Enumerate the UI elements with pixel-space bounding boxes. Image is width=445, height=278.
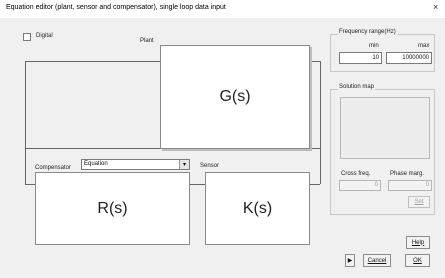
solution-map-title: Solution map bbox=[338, 84, 376, 90]
cross-freq-value: 0 bbox=[339, 180, 381, 191]
compensator-type-value: Equation bbox=[84, 161, 108, 167]
compensator-type-select[interactable]: Equation ▾ bbox=[81, 159, 190, 170]
title-bar: Equation editor (plant, sensor and compe… bbox=[0, 0, 445, 18]
compensator-block-label: R(s) bbox=[97, 199, 128, 217]
compensator-block[interactable]: R(s) bbox=[35, 172, 190, 245]
loop-wire-bottom-left bbox=[25, 184, 35, 185]
loop-wire-right bbox=[320, 61, 321, 184]
compensator-label: Compensator bbox=[35, 165, 72, 171]
loop-wire-top-right bbox=[310, 61, 320, 62]
frequency-range-title: Frequency range(Hz) bbox=[338, 29, 397, 35]
run-arrow-button[interactable]: ▶ bbox=[345, 254, 355, 267]
close-icon[interactable]: × bbox=[433, 2, 438, 12]
plant-block-label: G(s) bbox=[219, 88, 251, 105]
plant-label: Plant bbox=[140, 38, 154, 44]
help-button[interactable]: Help bbox=[406, 236, 430, 249]
cross-freq-label: Cross freq. bbox=[341, 171, 371, 177]
loop-wire-bottom-mid bbox=[190, 184, 205, 185]
set-button[interactable]: Set bbox=[408, 196, 430, 208]
sensor-block-label: K(s) bbox=[242, 199, 273, 217]
phase-marg-label: Phase marg. bbox=[390, 171, 425, 177]
sensor-label: Sensor bbox=[200, 163, 220, 169]
loop-wire-mid-right bbox=[310, 148, 320, 149]
freq-min-input[interactable]: 10 bbox=[339, 52, 382, 64]
freq-max-input[interactable]: 10000000 bbox=[386, 52, 432, 64]
solution-map-area[interactable] bbox=[340, 97, 430, 159]
loop-wire-mid-left bbox=[25, 148, 160, 149]
window-title: Equation editor (plant, sensor and compe… bbox=[6, 4, 226, 11]
chevron-down-icon[interactable]: ▾ bbox=[179, 160, 189, 169]
sensor-block[interactable]: K(s) bbox=[205, 172, 310, 245]
phase-marg-value: 0 bbox=[388, 180, 432, 191]
digital-label: Digital bbox=[36, 33, 53, 39]
loop-wire-top-left bbox=[25, 61, 160, 62]
loop-wire-left bbox=[25, 61, 26, 184]
digital-checkbox[interactable] bbox=[23, 33, 31, 41]
freq-min-label: min bbox=[369, 43, 379, 49]
plant-block[interactable]: G(s) bbox=[160, 45, 310, 149]
cancel-button[interactable]: Cancel bbox=[363, 254, 391, 267]
ok-button[interactable]: OK bbox=[405, 254, 430, 267]
loop-wire-bottom-right bbox=[310, 184, 320, 185]
freq-max-label: max bbox=[418, 43, 430, 49]
